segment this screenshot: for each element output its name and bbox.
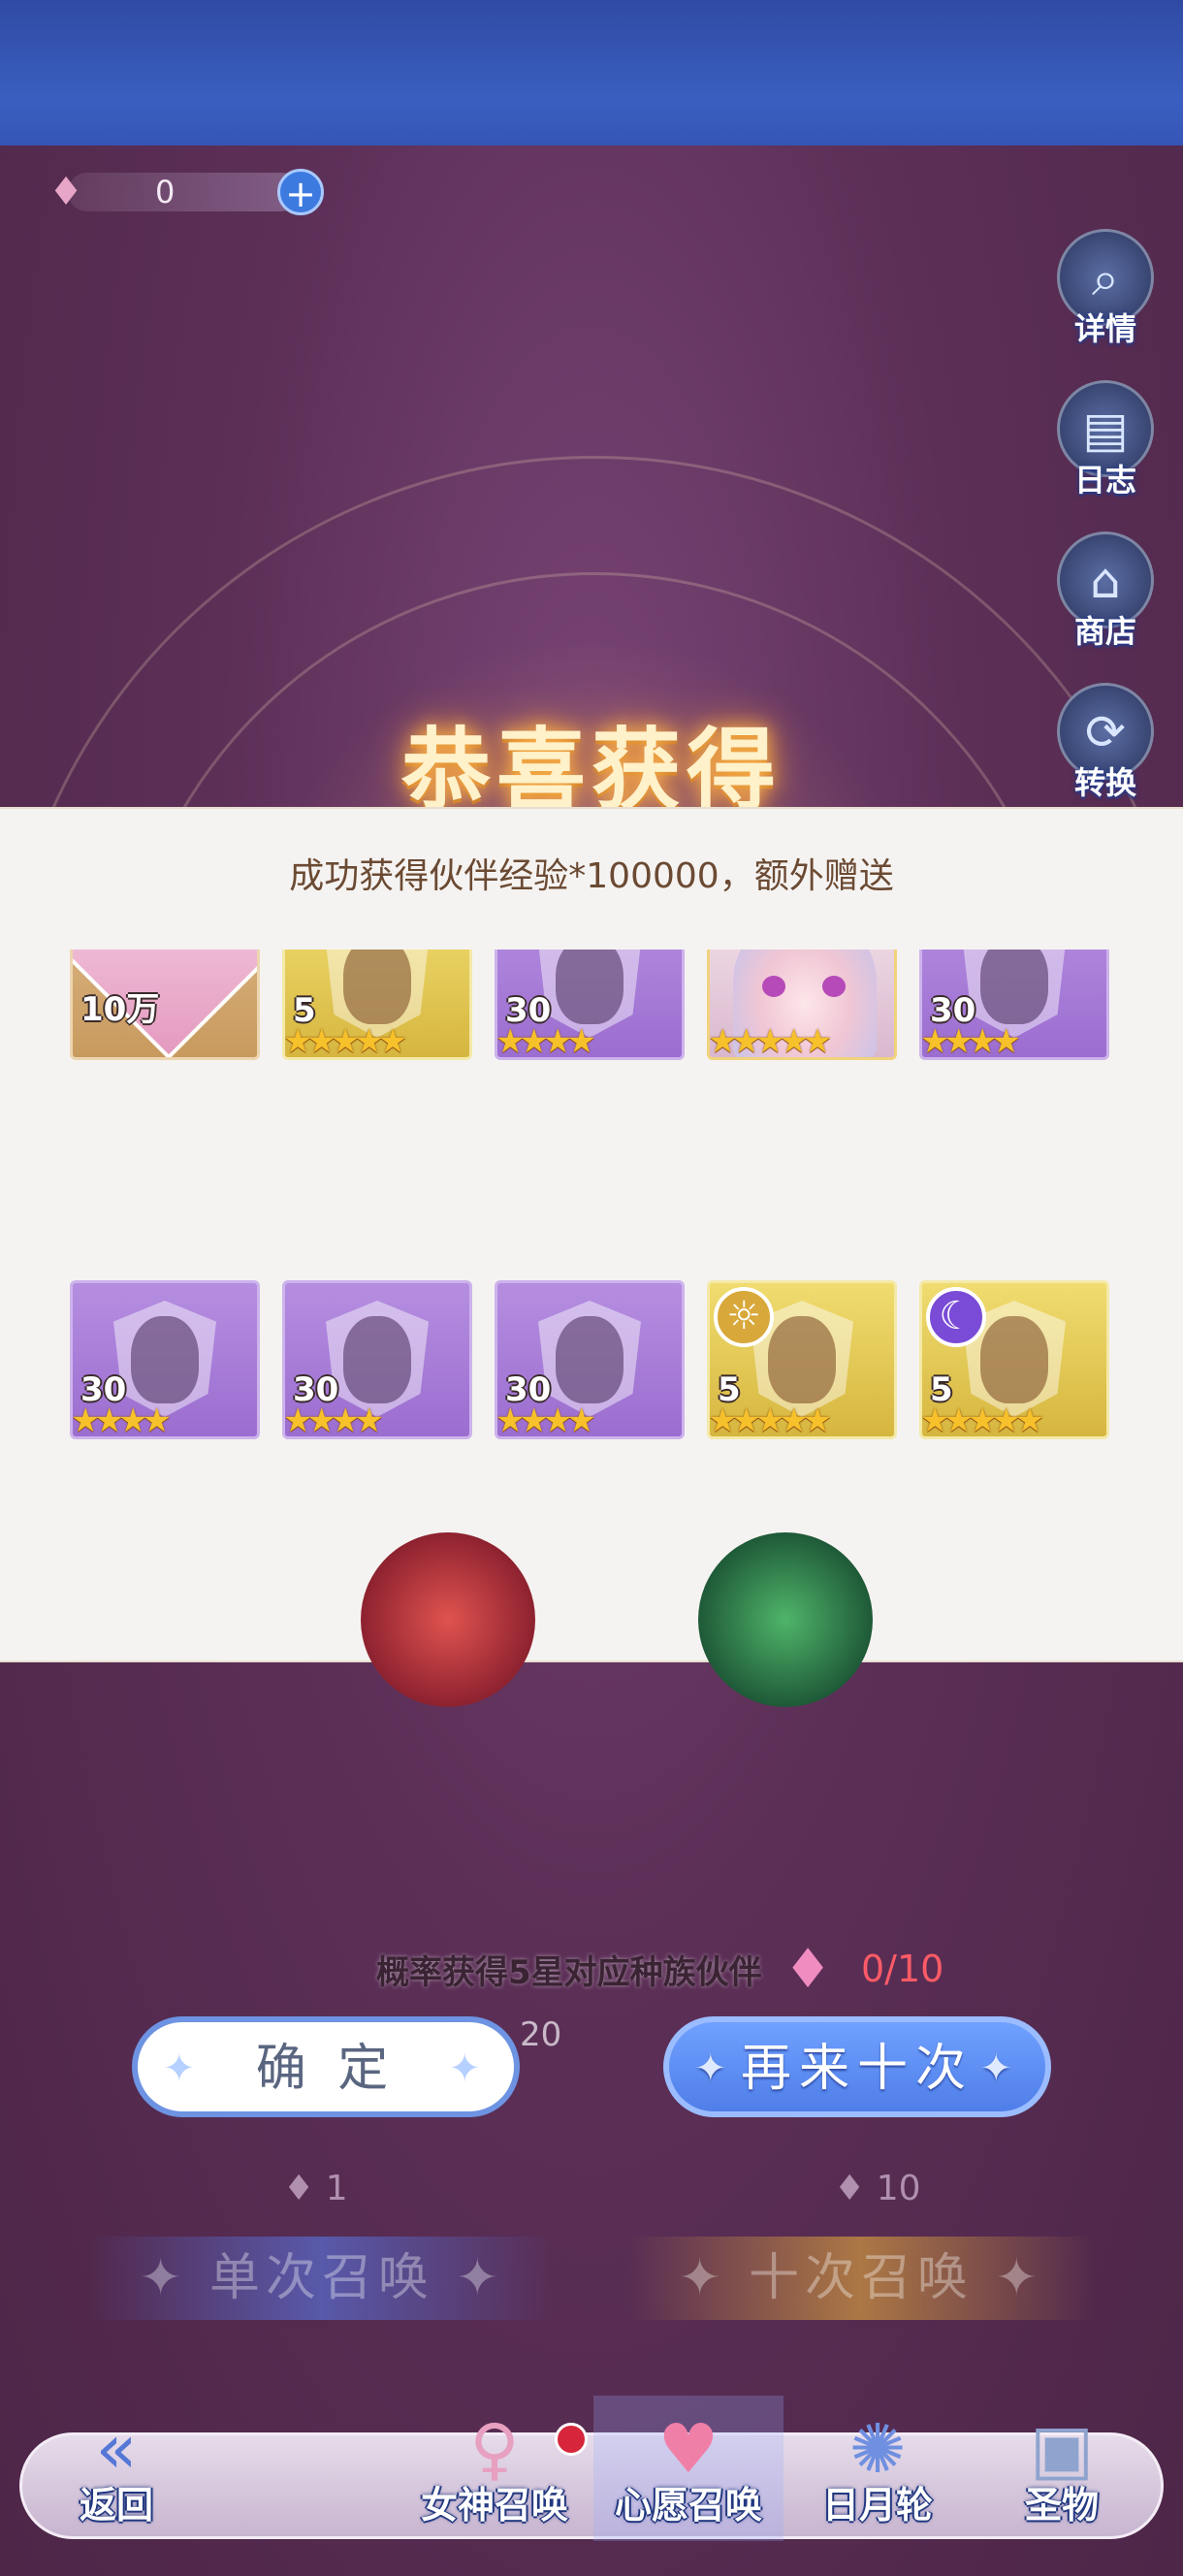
single-cost-value: 1	[325, 2169, 348, 2208]
moon-race-icon: ☾	[926, 1287, 986, 1347]
reward-description: 成功获得伙伴经验*100000，额外赠送	[289, 856, 894, 896]
confirm-button-label: 确 定	[255, 2040, 397, 2098]
ten-cost: ♦ 10	[834, 2169, 921, 2208]
reward-item[interactable]: 5 ★★★★★	[282, 950, 472, 1060]
reward-item[interactable]: 30 ★★★★	[919, 950, 1109, 1060]
currency-track	[68, 173, 301, 211]
nav-sun-moon-wheel[interactable]: ✺ 日月轮	[795, 2396, 960, 2541]
wish-count: 0/10	[861, 1948, 944, 1990]
red-orb	[361, 1532, 535, 1707]
reward-item[interactable]: 30 ★★★★	[282, 1280, 472, 1439]
log-label: 日志	[1073, 462, 1136, 499]
reward-item-exp[interactable]: 经验 10万	[70, 950, 260, 1060]
reward-item[interactable]: ☼ 5 ★★★★★	[707, 1280, 897, 1439]
item-quantity: 10万	[80, 990, 160, 1029]
reward-item[interactable]: 30 ★★★★	[70, 1280, 260, 1439]
nav-back[interactable]: « 返回	[39, 2396, 194, 2541]
wish-gem-icon: ♦	[783, 1938, 833, 2001]
item-stars: ★★★★	[496, 1401, 596, 1439]
partner-shard	[538, 1301, 641, 1417]
gem-icon: ♦	[834, 2169, 877, 2208]
sparkle-icon: ✦	[694, 2046, 735, 2091]
ten-summon-button[interactable]: ✦ 十次召唤 ✦	[628, 2237, 1094, 2320]
nav-back-label: 返回	[79, 2484, 153, 2527]
reward-grid[interactable]: 经验 10万 5 ★★★★★ 30 ★★★★ ★★★★★ 30 ★★★★ 30 …	[0, 950, 1183, 1502]
sparkle-icon: ✦	[979, 2046, 1020, 2091]
item-stars: ★★★★	[920, 1022, 1021, 1060]
item-stars: ★★★★	[496, 1022, 596, 1060]
item-stars: ★★★★★	[283, 1022, 407, 1060]
currency-value: 0	[155, 174, 176, 210]
reward-item-partner[interactable]: ★★★★★	[707, 950, 897, 1060]
add-currency-button[interactable]: +	[277, 169, 324, 215]
partner-shard	[113, 1301, 216, 1417]
nav-relic-label: 圣物	[1024, 2484, 1099, 2527]
item-stars: ★★★★	[71, 1401, 172, 1439]
top-banner	[0, 0, 1183, 145]
item-stars: ★★★★	[283, 1401, 384, 1439]
reward-item[interactable]: ☾ 5 ★★★★★	[919, 1280, 1109, 1439]
single-summon-button[interactable]: ✦ 单次召唤 ✦	[89, 2237, 555, 2320]
shop-label: 商店	[1073, 613, 1136, 650]
nav-goddess-summon[interactable]: ♀ 女神召唤	[398, 2396, 592, 2541]
reward-dialog[interactable]: 成功获得伙伴经验*100000，额外赠送 经验 10万 5 ★★★★★ 30 ★…	[0, 809, 1183, 1660]
probability-text: 概率获得5星对应种族伙伴	[376, 1953, 762, 1992]
confirm-button[interactable]: ✦ 确 定 ✦	[132, 2016, 520, 2117]
sparkle-icon: ✦	[448, 2046, 489, 2091]
nav-wish-summon[interactable]: ♥ 心愿召唤	[593, 2396, 783, 2541]
sparkle-icon: ✦	[163, 2046, 204, 2091]
notification-dot	[555, 2423, 588, 2456]
currency-bar: ♦ 0 +	[39, 165, 324, 219]
sun-race-icon: ☼	[714, 1287, 774, 1347]
nav-relic[interactable]: ▣ 圣物	[979, 2396, 1144, 2541]
item-stars: ★★★★★	[708, 1022, 832, 1060]
nav-goddess-label: 女神召唤	[420, 2484, 568, 2527]
item-stars: ★★★★★	[920, 1401, 1044, 1439]
gem-icon: ♦	[48, 170, 83, 214]
gem-icon: ♦	[283, 2169, 326, 2208]
partner-shard	[326, 1301, 429, 1417]
single-cost: ♦ 1	[283, 2169, 348, 2208]
summon-ten-again-button[interactable]: ✦ 再来十次 ✦	[663, 2016, 1051, 2117]
ten-cost-value: 10	[876, 2169, 921, 2208]
item-stars: ★★★★★	[708, 1401, 832, 1439]
log-button[interactable]: ▤ 日志	[1047, 380, 1164, 506]
reward-item[interactable]: 30 ★★★★	[495, 950, 685, 1060]
nav-wheel-label: 日月轮	[821, 2484, 933, 2527]
nav-wish-label: 心愿召唤	[614, 2484, 762, 2527]
details-label: 详情	[1073, 310, 1136, 347]
green-orb	[698, 1532, 873, 1707]
shop-button[interactable]: ⌂ 商店	[1047, 531, 1164, 658]
details-button[interactable]: ⌕ 详情	[1047, 229, 1164, 355]
summon-again-label: 再来十次	[740, 2040, 974, 2098]
reward-item[interactable]: 30 ★★★★	[495, 1280, 685, 1439]
